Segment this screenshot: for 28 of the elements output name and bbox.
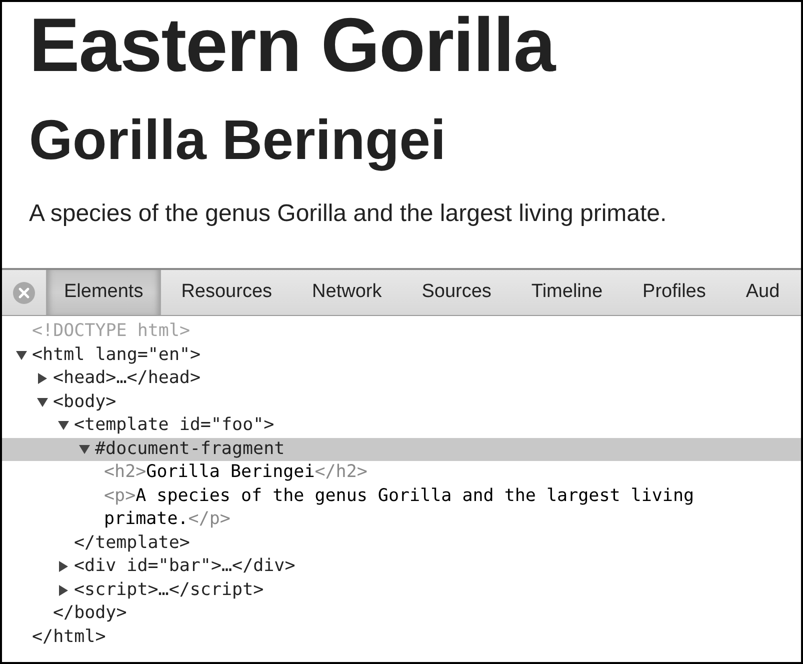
page-paragraph: A species of the genus Gorilla and the largest living primate.	[29, 202, 667, 226]
expanded-arrow-icon[interactable]	[37, 396, 48, 408]
page-heading: Eastern Gorilla	[29, 8, 555, 84]
dom-node-text[interactable]: <h2>Gorilla Beringei</h2>	[104, 461, 724, 484]
collapsed-arrow-icon[interactable]	[37, 373, 48, 384]
expanded-arrow-icon[interactable]	[79, 444, 90, 454]
panel-tab[interactable]: Profiles	[622, 270, 726, 315]
closing-tag-text: </template>	[74, 532, 190, 554]
collapsed-arrow-icon[interactable]	[58, 584, 69, 596]
dom-node-text[interactable]: <script>…</script>	[74, 578, 264, 602]
expanded-arrow-icon[interactable]	[58, 420, 69, 431]
dom-node-text[interactable]: <template id="foo">	[74, 414, 274, 438]
panel-tab[interactable]: Timeline	[511, 270, 623, 315]
dom-node-text[interactable]: #document-fragment	[95, 438, 285, 461]
dom-node-text[interactable]: <div id="bar">…</div>	[74, 555, 296, 578]
panel-tab[interactable]: Elements	[46, 270, 162, 315]
dom-node-text[interactable]: <html lang="en">	[32, 344, 201, 367]
panel-tab[interactable]: Sources	[402, 270, 512, 315]
expanded-arrow-icon[interactable]	[16, 350, 27, 360]
dom-node-text[interactable]: <head>…</head>	[53, 367, 201, 390]
dom-node-text[interactable]: <body>	[53, 390, 116, 414]
closing-tag-text: </html>	[32, 626, 106, 648]
panel-tab[interactable]: Network	[292, 270, 402, 315]
collapsed-arrow-icon[interactable]	[58, 561, 69, 572]
closing-tag-text: </body>	[53, 602, 127, 625]
panel-tab[interactable]: Resources	[161, 270, 292, 315]
panel-tab[interactable]: Aud	[726, 270, 800, 315]
dom-node-text[interactable]: <p>A species of the genus Gorilla and the largest living primate.</p>	[104, 484, 724, 532]
